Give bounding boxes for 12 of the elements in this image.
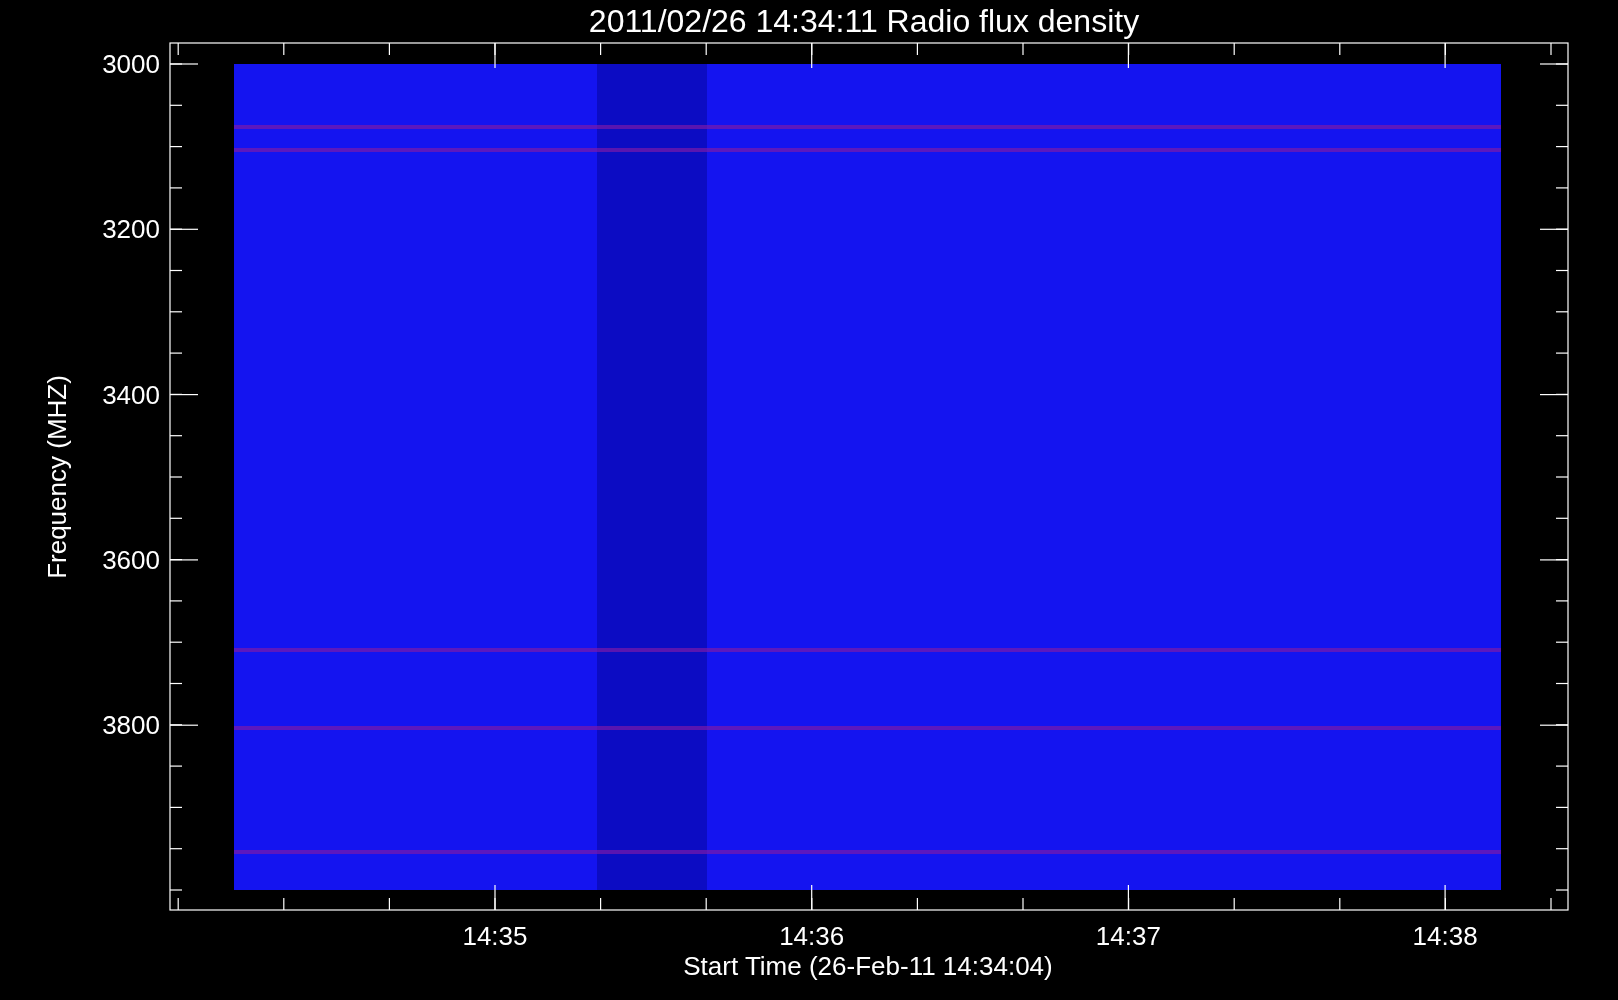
x-tick-label: 14:35: [462, 921, 528, 951]
y-tick-label: 3400: [102, 379, 160, 410]
y-tick-label: 3200: [102, 214, 160, 245]
y-tick-label: 3000: [102, 49, 160, 79]
x-tick-label: 14:36: [779, 921, 845, 951]
y-axis-label: Frequency (MHZ): [42, 375, 72, 579]
y-tick-label: 3600: [102, 544, 160, 575]
x-axis-label: Start Time (26-Feb-11 14:34:04): [683, 951, 1053, 981]
x-tick-label: 14:38: [1412, 921, 1478, 951]
chart-title: 2011/02/26 14:34:11 Radio flux density: [588, 3, 1140, 39]
y-tick-label: 3800: [102, 710, 160, 741]
x-tick-label: 14:37: [1095, 921, 1161, 951]
